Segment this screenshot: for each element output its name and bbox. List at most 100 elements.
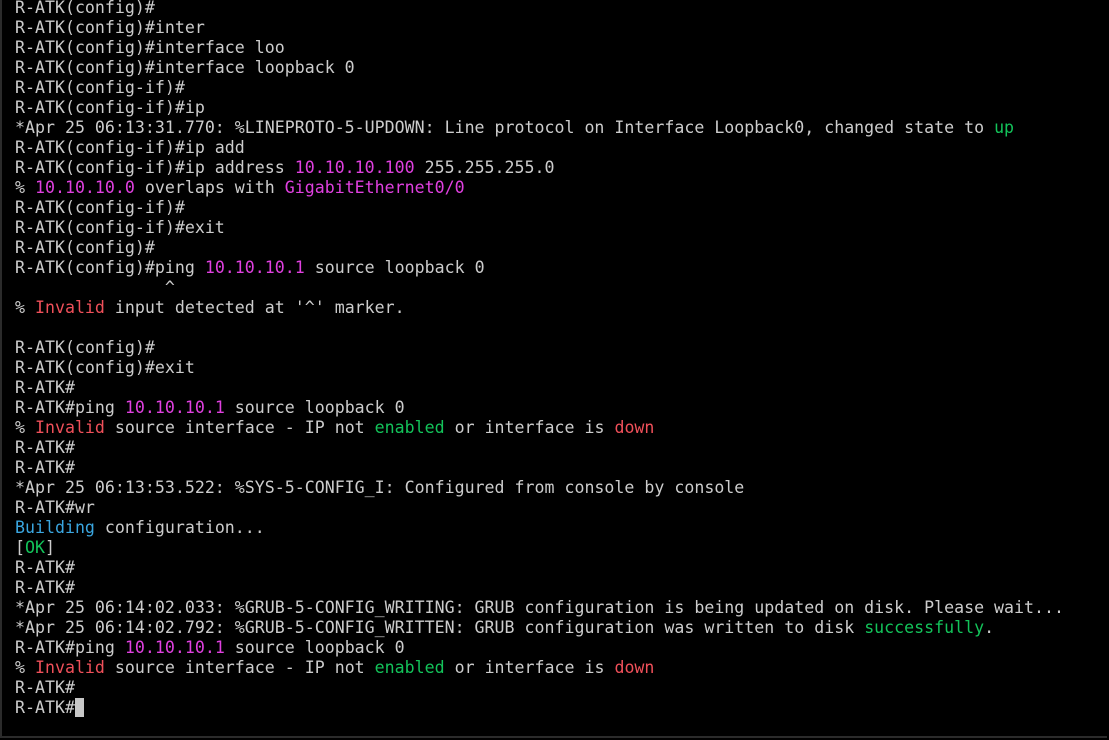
terminal-line: R-ATK(config)# [15,0,1064,18]
terminal-line: R-ATK(config)# [15,238,1064,258]
terminal-text-segment: R-ATK(config-if)#exit [15,218,225,237]
terminal-line: R-ATK(config-if)# [15,78,1064,98]
terminal-text-segment: GigabitEthernet0/0 [284,178,465,197]
terminal-line: R-ATK(config-if)#ip [15,98,1064,118]
terminal-text-segment: R-ATK#wr [15,498,95,517]
terminal-text-segment: R-ATK# [15,558,75,577]
terminal-line: R-ATK(config-if)#ip add [15,138,1064,158]
terminal-line: R-ATK# [15,378,1064,398]
terminal-line: % Invalid source interface - IP not enab… [15,418,1064,438]
terminal-text-segment: R-ATK(config)#interface loo [15,38,285,57]
terminal-text-segment: *Apr 25 06:14:02.033: %GRUB-5-CONFIG_WRI… [15,598,1064,617]
terminal-text-segment: successfully [864,618,985,637]
terminal-text-segment: R-ATK#ping [15,398,125,417]
terminal-line: *Apr 25 06:13:31.770: %LINEPROTO-5-UPDOW… [15,118,1064,138]
terminal-text-segment: R-ATK(config-if)#ip [15,98,205,117]
terminal-text-segment: 10.10.10.1 [124,638,225,657]
terminal-text-segment: R-ATK#ping [15,638,125,657]
terminal-line: R-ATK(config-if)#ip address 10.10.10.100… [15,158,1064,178]
terminal-line: R-ATK# [15,578,1064,598]
terminal-text-segment: 10.10.10.1 [124,398,225,417]
terminal-text-segment: enabled [374,418,445,437]
terminal-text-segment: Invalid [34,298,105,317]
terminal-line: R-ATK(config)# [15,338,1064,358]
terminal-line: Building configuration... [15,518,1064,538]
terminal-text-segment: or interface is [444,418,615,437]
terminal-text-segment: % [15,298,35,317]
terminal-line: R-ATK# [15,678,1064,698]
terminal-text-segment: R-ATK(config)#ping [15,258,205,277]
terminal-text-segment: R-ATK(config-if)#ip address [15,158,295,177]
terminal-line: *Apr 25 06:13:53.522: %SYS-5-CONFIG_I: C… [15,478,1064,498]
terminal-line: R-ATK(config)#exit [15,358,1064,378]
terminal-text-segment: 255.255.255.0 [414,158,555,177]
terminal-text-segment: . [984,618,995,637]
terminal-text-segment: Invalid [34,658,105,677]
terminal-text-segment: R-ATK(config)# [15,0,155,17]
terminal-text-segment: R-ATK(config-if)# [15,198,185,217]
terminal-text-segment: [ [15,538,25,557]
terminal-text-segment: R-ATK(config)#exit [15,358,195,377]
terminal-text-segment: source loopback 0 [224,638,405,657]
terminal-line: *Apr 25 06:14:02.792: %GRUB-5-CONFIG_WRI… [15,618,1064,638]
terminal-text-segment: 10.10.10.100 [294,158,415,177]
terminal-text-segment: source loopback 0 [224,398,405,417]
terminal-text-segment: overlaps with [134,178,285,197]
terminal-text-segment: ^ [15,278,175,297]
terminal-text-segment: R-ATK# [15,678,75,697]
terminal-line: % Invalid input detected at '^' marker. [15,298,1064,318]
terminal-text-segment: Invalid [34,418,105,437]
terminal-line: R-ATK(config)#ping 10.10.10.1 source loo… [15,258,1064,278]
terminal-line: R-ATK(config-if)# [15,198,1064,218]
terminal-line: R-ATK(config)#interface loopback 0 [15,58,1064,78]
terminal-text-segment: R-ATK(config)# [15,238,155,257]
terminal-line: R-ATK(config)#inter [15,18,1064,38]
terminal-line: R-ATK# [15,438,1064,458]
terminal-text-segment: enabled [374,658,445,677]
terminal-text-segment: % [15,178,35,197]
terminal-line: [OK] [15,538,1064,558]
terminal-text-segment: 10.10.10.0 [34,178,135,197]
terminal-text-segment: or interface is [444,658,615,677]
terminal-text-segment: OK [25,538,45,557]
terminal-text-segment: *Apr 25 06:13:53.522: %SYS-5-CONFIG_I: C… [15,478,745,497]
terminal-prompt: R-ATK# [15,698,75,717]
terminal-window[interactable]: R-ATK(config)# R-ATK(config)#inter R-ATK(c… [0,0,1107,738]
terminal-text-segment: configuration... [94,518,265,537]
terminal-text-segment: R-ATK# [15,438,75,457]
terminal-line: R-ATK# [15,558,1064,578]
terminal-text-segment: R-ATK# [15,578,75,597]
terminal-text-segment: R-ATK(config)#inter [15,18,205,37]
terminal-text-segment: R-ATK(config)# [15,338,155,357]
terminal-text-segment: 10.10.10.1 [204,258,305,277]
terminal-line: R-ATK#ping 10.10.10.1 source loopback 0 [15,398,1064,418]
terminal-line: R-ATK#ping 10.10.10.1 source loopback 0 [15,638,1064,658]
terminal-text-segment: ] [44,538,55,557]
terminal-line: R-ATK(config)#interface loo [15,38,1064,58]
terminal-text-segment: % [15,658,35,677]
terminal-cursor [74,698,84,717]
terminal-line: % 10.10.10.0 overlaps with GigabitEthern… [15,178,1064,198]
terminal-text-segment: R-ATK# [15,458,75,477]
terminal-line: R-ATK# [15,458,1064,478]
terminal-text-segment: source interface - IP not [104,418,375,437]
terminal-text-segment: *Apr 25 06:13:31.770: %LINEPROTO-5-UPDOW… [15,118,995,137]
terminal-text-segment: input detected at '^' marker. [104,298,405,317]
terminal-line: *Apr 25 06:14:02.033: %GRUB-5-CONFIG_WRI… [15,598,1064,618]
terminal-text-segment: R-ATK(config)#interface loopback 0 [15,58,355,77]
terminal-text-segment: up [994,118,1015,137]
terminal-text-segment: R-ATK# [15,378,75,397]
terminal-prompt-line[interactable]: R-ATK# [15,698,1064,718]
terminal-text-segment: source loopback 0 [304,258,485,277]
terminal-line: R-ATK(config-if)#exit [15,218,1064,238]
terminal-line: R-ATK#wr [15,498,1064,518]
terminal-text-segment: R-ATK(config-if)#ip add [15,138,245,157]
terminal-text-segment: % [15,418,35,437]
terminal-line: % Invalid source interface - IP not enab… [15,658,1064,678]
terminal-text-segment: *Apr 25 06:14:02.792: %GRUB-5-CONFIG_WRI… [15,618,865,637]
terminal-text-segment: source interface - IP not [104,658,375,677]
terminal-text-segment: down [614,418,655,437]
terminal-text-segment: R-ATK(config-if)# [15,78,185,97]
terminal-output: R-ATK(config)# R-ATK(config)#inter R-ATK(c… [15,0,1064,718]
